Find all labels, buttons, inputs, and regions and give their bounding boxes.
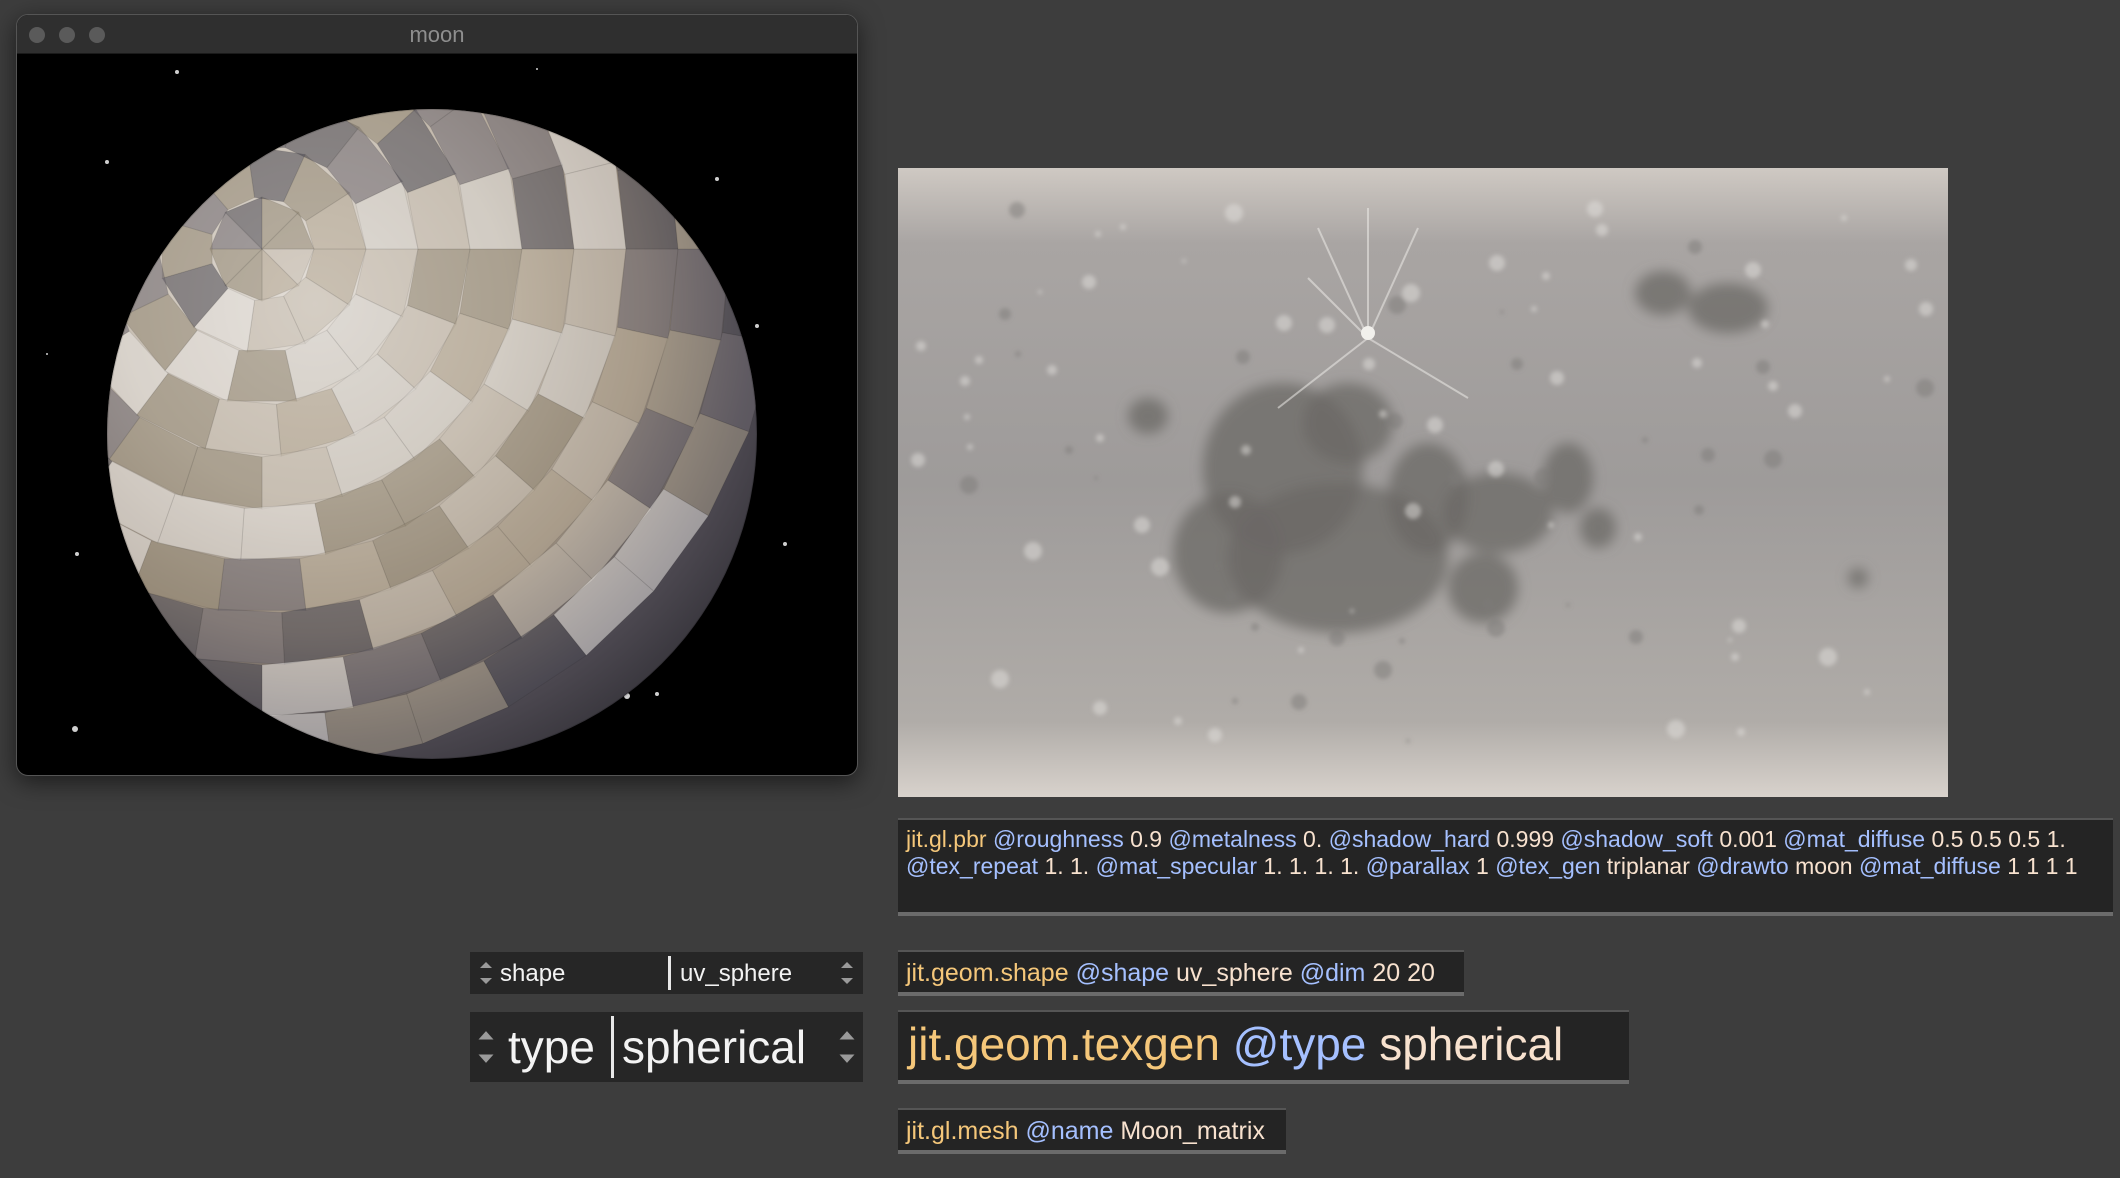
type-menu[interactable]: type spherical	[470, 1012, 863, 1082]
window-title: moon	[409, 22, 465, 47]
object-attribute: @roughness	[992, 826, 1124, 852]
shape-menu[interactable]: shape uv_sphere	[470, 952, 863, 994]
object-value: spherical	[1379, 1018, 1564, 1070]
object-attribute: @drawto	[1696, 853, 1789, 879]
object-value: 1. 1. 1. 1.	[1263, 853, 1360, 879]
moon-sphere-render	[46, 68, 787, 760]
object-value: Moon_matrix	[1120, 1117, 1265, 1145]
render-window[interactable]: moon	[16, 14, 858, 776]
object-class-name: jit.geom.texgen	[908, 1018, 1220, 1070]
object-value: 0.999	[1496, 826, 1555, 852]
type-menu-value: spherical	[622, 1021, 807, 1073]
object-value: 0.9	[1130, 826, 1163, 852]
object-attribute: @mat_diffuse	[1859, 853, 2001, 879]
object-attribute: @tex_gen	[1495, 853, 1601, 879]
jit-gl-mesh-object[interactable]: jit.gl.mesh @name Moon_matrix	[898, 1108, 1286, 1154]
type-menu-arrows-icon	[478, 1031, 494, 1063]
menu-divider	[611, 1016, 614, 1078]
object-attribute: @shadow_hard	[1328, 826, 1491, 852]
object-attribute: @parallax	[1365, 853, 1470, 879]
moon-texture-image	[898, 168, 1948, 797]
shape-menu-label: shape	[500, 960, 566, 987]
object-value: 1	[1476, 853, 1489, 879]
object-attribute: @type	[1232, 1018, 1367, 1070]
object-attribute: @shadow_soft	[1560, 826, 1713, 852]
object-attribute: @dim	[1299, 959, 1366, 987]
object-attribute: @name	[1025, 1117, 1114, 1145]
moon-texture-map	[898, 168, 1948, 797]
object-value: 20 20	[1372, 959, 1435, 987]
gl-viewport[interactable]	[17, 54, 857, 775]
object-class-name: jit.gl.pbr	[906, 826, 987, 852]
object-value: 0.	[1303, 826, 1323, 852]
jit-geom-texgen-object[interactable]: jit.geom.texgen @type spherical	[898, 1010, 1629, 1084]
object-attribute: @shape	[1075, 959, 1170, 987]
object-attribute: @tex_repeat	[906, 853, 1039, 879]
object-value: uv_sphere	[1176, 959, 1293, 987]
jit-gl-pbr-object[interactable]: jit.gl.pbr @roughness 0.9 @metalness 0. …	[898, 818, 2113, 916]
object-attribute: @mat_diffuse	[1783, 826, 1926, 852]
object-value: 0.5 0.5 0.5 1.	[1931, 826, 2066, 852]
window-titlebar[interactable]: moon	[17, 15, 857, 54]
object-value: 1. 1.	[1044, 853, 1090, 879]
type-menu-arrows-right-icon[interactable]	[837, 1012, 857, 1082]
object-attribute: @mat_specular	[1095, 853, 1258, 879]
object-class-name: jit.gl.mesh	[906, 1117, 1019, 1145]
shape-menu-value: uv_sphere	[680, 960, 793, 987]
type-menu-label: type	[508, 1021, 595, 1073]
object-value: moon	[1795, 853, 1853, 879]
object-value: triplanar	[1606, 853, 1690, 879]
jit-geom-shape-object[interactable]: jit.geom.shape @shape uv_sphere @dim 20 …	[898, 950, 1464, 996]
object-class-name: jit.geom.shape	[906, 959, 1069, 987]
object-attribute: @metalness	[1168, 826, 1297, 852]
object-value: 1 1 1 1	[2007, 853, 2078, 879]
shape-menu-arrows-icon	[480, 962, 492, 984]
object-value: 0.001	[1719, 826, 1777, 852]
shape-menu-arrows-right-icon[interactable]	[837, 952, 857, 994]
menu-divider	[668, 956, 671, 990]
